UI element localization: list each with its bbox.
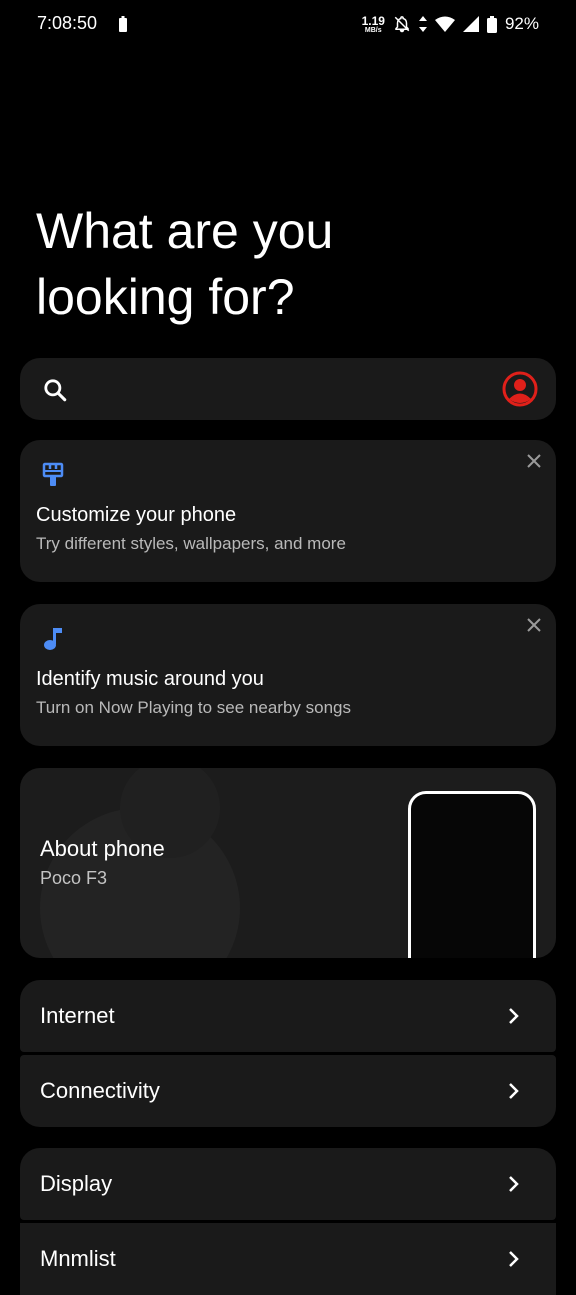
paint-brush-icon (42, 462, 64, 486)
battery-percent: 92% (504, 14, 539, 33)
phone-preview (408, 791, 536, 958)
page-title: What are you looking for? (36, 203, 334, 325)
account-circle-icon[interactable] (502, 371, 538, 407)
suggestion-subtitle: Try different styles, wallpapers, and mo… (36, 534, 346, 553)
settings-item-connectivity[interactable]: Connectivity (20, 1055, 556, 1127)
chevron-right-icon (509, 1251, 519, 1267)
wifi-icon (434, 16, 455, 32)
status-bar: 7:08:50 1.19 MB/s 92% (0, 0, 576, 50)
status-time: 7:08:50 (37, 13, 98, 33)
search-bar[interactable] (20, 358, 556, 420)
data-arrows-icon (418, 16, 427, 32)
battery-small-icon (119, 16, 127, 32)
music-note-icon (44, 628, 62, 650)
settings-item-label: Internet (40, 1003, 115, 1028)
settings-item-internet[interactable]: Internet (20, 980, 556, 1052)
chevron-right-icon (509, 1176, 519, 1192)
settings-item-mnmlist[interactable]: Mnmlist (20, 1223, 556, 1295)
battery-icon (486, 15, 497, 33)
chevron-right-icon (509, 1008, 519, 1024)
about-phone-title: About phone (40, 836, 165, 861)
about-phone-card[interactable]: About phone Poco F3 (20, 768, 556, 958)
bell-off-icon (394, 16, 410, 33)
status-icons: 1.19 MB/s 92% (362, 12, 539, 36)
cell-signal-icon (462, 16, 479, 32)
close-icon[interactable] (526, 617, 542, 633)
close-icon[interactable] (526, 453, 542, 469)
suggestion-title: Identify music around you (36, 668, 264, 690)
suggestion-card-music[interactable]: Identify music around you Turn on Now Pl… (20, 604, 556, 746)
settings-item-label: Mnmlist (40, 1246, 116, 1271)
suggestion-title: Customize your phone (36, 504, 237, 526)
settings-item-label: Display (40, 1171, 113, 1196)
settings-item-label: Connectivity (40, 1078, 160, 1103)
suggestion-subtitle: Turn on Now Playing to see nearby songs (36, 698, 351, 717)
search-icon (44, 379, 67, 402)
chevron-right-icon (509, 1083, 519, 1099)
settings-item-display[interactable]: Display (20, 1148, 556, 1220)
network-speed: 1.19 MB/s (361, 13, 385, 34)
device-name: Poco F3 (40, 868, 108, 888)
suggestion-card-customize[interactable]: Customize your phone Try different style… (20, 440, 556, 582)
